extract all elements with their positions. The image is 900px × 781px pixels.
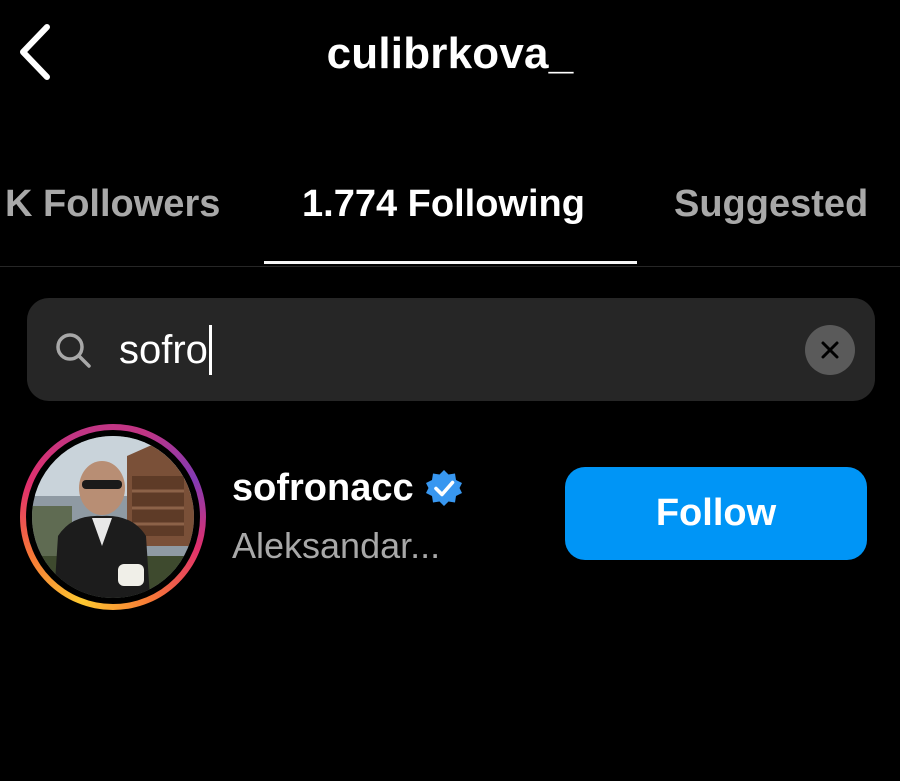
result-username[interactable]: sofronacc <box>232 465 464 511</box>
clear-search-button[interactable] <box>805 325 855 375</box>
tab-followers[interactable]: K Followers <box>5 180 220 228</box>
verified-badge-icon <box>425 470 462 506</box>
search-input[interactable]: sofro <box>119 322 212 378</box>
search-query: sofro <box>119 327 208 372</box>
follow-tabs: K Followers 1.774 Following Suggested <box>0 160 900 267</box>
page-title: culibrkova_ <box>326 29 574 78</box>
result-full-name: Aleksandar... <box>232 525 441 566</box>
username-text: sofronacc <box>232 467 414 509</box>
active-tab-indicator <box>264 261 637 264</box>
tab-suggested[interactable]: Suggested <box>674 180 868 228</box>
tab-following[interactable]: 1.774 Following <box>302 180 585 228</box>
story-ring[interactable] <box>20 424 206 610</box>
search-bar[interactable]: sofro <box>27 298 875 401</box>
close-icon <box>821 341 839 359</box>
list-item[interactable]: sofronacc Aleksandar... Follow <box>0 420 900 612</box>
search-icon <box>56 333 91 368</box>
text-caret <box>208 325 212 375</box>
top-bar: culibrkova_ <box>0 0 900 110</box>
follow-button[interactable]: Follow <box>565 467 867 560</box>
avatar <box>32 436 194 598</box>
